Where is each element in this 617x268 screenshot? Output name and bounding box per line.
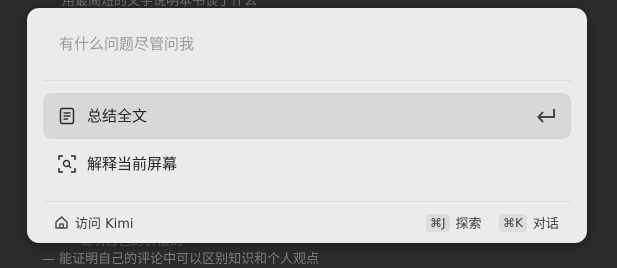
chat-label: 对话: [532, 217, 559, 232]
enter-key-icon: [535, 106, 557, 126]
home-icon: [54, 215, 69, 230]
chat-shortcut[interactable]: ⌘K 对话: [499, 213, 559, 232]
visit-kimi-label: 访问 Kimi: [75, 217, 134, 232]
document-icon: [57, 106, 77, 126]
summarize-full-text-button[interactable]: 总结全文: [43, 93, 571, 139]
question-input[interactable]: 有什么问题尽管问我: [59, 34, 529, 54]
background-text-bottom: — 能证明自己的评论中可以区别知识和个人观点: [42, 252, 320, 267]
menu-item-label: 总结全文: [87, 107, 148, 125]
shortcut-key-cmd-j: ⌘J: [426, 213, 450, 232]
explore-label: 探索: [455, 217, 482, 232]
divider: [43, 80, 571, 81]
divider: [43, 201, 571, 202]
explore-shortcut[interactable]: ⌘J 探索: [426, 213, 482, 232]
explain-current-screen-button[interactable]: 解释当前屏幕: [43, 141, 571, 187]
menu-item-label: 解释当前屏幕: [87, 155, 178, 173]
visit-kimi-link[interactable]: 访问 Kimi: [54, 213, 134, 232]
screen-scan-icon: [57, 154, 77, 174]
shortcut-key-cmd-k: ⌘K: [499, 213, 527, 232]
assistant-popup: 有什么问题尽管问我 总结全文 解释当前屏幕 访问 Kimi ⌘J 探索 ⌘K 对…: [27, 8, 587, 243]
